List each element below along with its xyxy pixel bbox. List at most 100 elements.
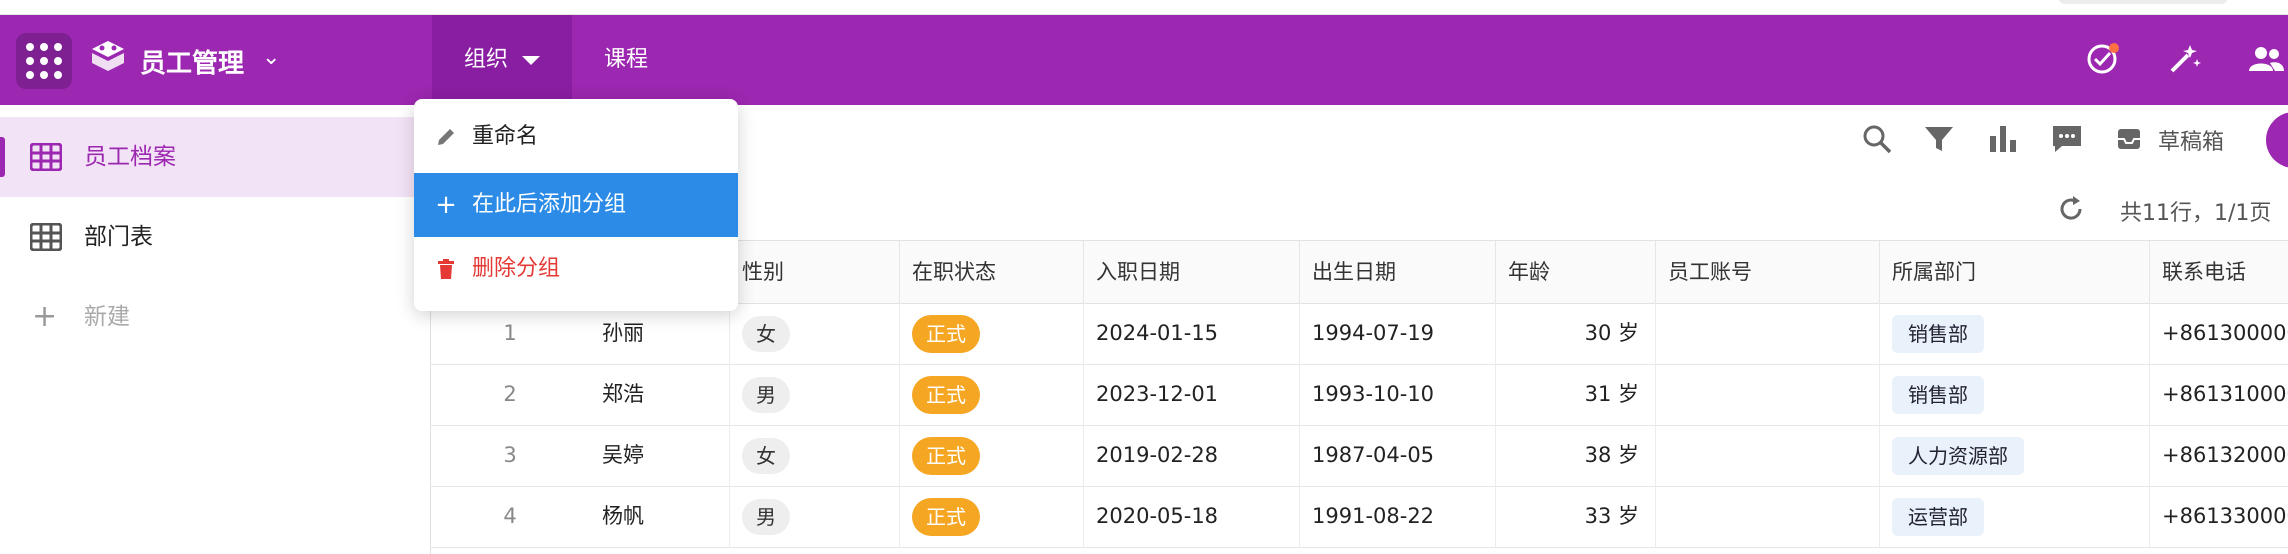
- cell-name[interactable]: 杨帆: [590, 486, 730, 547]
- app-title[interactable]: 员工管理: [140, 43, 244, 80]
- top-pill: [2058, 0, 2228, 4]
- cell-name[interactable]: 吴婷: [590, 425, 730, 486]
- sidebar-item-employee-records[interactable]: 员工档案: [0, 117, 430, 197]
- check-circle-icon[interactable]: [2084, 39, 2124, 79]
- row-index: 2: [503, 382, 517, 406]
- department-tag: 人力资源部: [1892, 437, 2024, 475]
- drafts-button[interactable]: 草稿箱: [2158, 124, 2224, 156]
- table-row[interactable]: 2 郑浩 男 正式 2023-12-01 1993-10-10 31 岁 销售部…: [430, 364, 2288, 426]
- cell-status[interactable]: 正式: [900, 364, 1084, 425]
- cell-age[interactable]: 30 岁: [1496, 303, 1656, 364]
- search-icon[interactable]: [1860, 122, 1894, 156]
- menu-item-label: 在此后添加分组: [472, 192, 627, 217]
- column-header-birth-date[interactable]: 出生日期: [1300, 241, 1496, 303]
- tab-label: 课程: [604, 47, 649, 72]
- menu-item-rename[interactable]: 重命名: [414, 105, 738, 169]
- chart-icon[interactable]: [1986, 122, 2020, 156]
- top-strip: [0, 0, 2288, 15]
- cell-phone[interactable]: +861310000: [2150, 364, 2288, 425]
- cell-phone[interactable]: +861330000: [2150, 486, 2288, 547]
- cell-hire-date[interactable]: 2024-01-15: [1084, 303, 1300, 364]
- cell-department[interactable]: 人力资源部: [1880, 425, 2150, 486]
- cell-status[interactable]: 正式: [900, 425, 1084, 486]
- cell-department[interactable]: 销售部: [1880, 364, 2150, 425]
- tab-organization[interactable]: 组织: [432, 15, 573, 105]
- row-index: 4: [503, 504, 517, 528]
- cell-department[interactable]: 运营部: [1880, 486, 2150, 547]
- cell-hire-date[interactable]: 2020-05-18: [1084, 486, 1300, 547]
- sidebar-new-button[interactable]: + 新建: [0, 277, 430, 357]
- trash-icon: [438, 259, 454, 279]
- sidebar: 员工档案 部门表 + 新建: [0, 105, 431, 554]
- app-title-chevron-icon[interactable]: ⌄: [262, 45, 280, 70]
- cell-account[interactable]: [1656, 486, 1880, 547]
- status-badge: 正式: [912, 376, 980, 414]
- sidebar-new-label: 新建: [84, 304, 130, 330]
- department-tag: 销售部: [1892, 315, 1984, 353]
- column-header-age[interactable]: 年龄: [1496, 241, 1656, 303]
- menu-item-label: 删除分组: [472, 256, 561, 281]
- cell-account[interactable]: [1656, 303, 1880, 364]
- cell-account[interactable]: [1656, 425, 1880, 486]
- cell-account[interactable]: [1656, 364, 1880, 425]
- cell-gender[interactable]: 男: [730, 486, 900, 547]
- row-count-label: 共11行，1/1页: [2120, 201, 2272, 226]
- plus-icon: +: [435, 190, 457, 220]
- cell-gender[interactable]: 女: [730, 303, 900, 364]
- pencil-icon: [438, 129, 454, 145]
- column-header-gender[interactable]: 性别: [730, 241, 900, 303]
- column-header-department[interactable]: 所属部门: [1880, 241, 2150, 303]
- filter-icon[interactable]: [1922, 122, 1956, 156]
- department-tag: 运营部: [1892, 498, 1984, 536]
- cell-birth-date[interactable]: 1987-04-05: [1300, 425, 1496, 486]
- cell-age[interactable]: 38 岁: [1496, 425, 1656, 486]
- table-icon: [30, 143, 62, 171]
- row-index: 3: [503, 443, 517, 467]
- refresh-icon[interactable]: [2056, 194, 2086, 224]
- cell-status[interactable]: 正式: [900, 486, 1084, 547]
- sidebar-item-departments[interactable]: 部门表: [0, 197, 430, 277]
- apps-grid-button[interactable]: [16, 33, 72, 89]
- cell-age[interactable]: 31 岁: [1496, 364, 1656, 425]
- status-badge: 正式: [912, 315, 980, 353]
- cell-hire-date[interactable]: 2019-02-28: [1084, 425, 1300, 486]
- group-context-menu: 重命名 + 在此后添加分组 删除分组: [414, 99, 738, 311]
- cell-age[interactable]: 33 岁: [1496, 486, 1656, 547]
- table-row[interactable]: 4 杨帆 男 正式 2020-05-18 1991-08-22 33 岁 运营部…: [430, 486, 2288, 548]
- sidebar-item-label: 部门表: [84, 224, 153, 250]
- column-header-status[interactable]: 在职状态: [900, 241, 1084, 303]
- tab-label: 组织: [464, 47, 509, 72]
- menu-item-add-group-after[interactable]: + 在此后添加分组: [414, 173, 738, 237]
- column-header-account[interactable]: 员工账号: [1656, 241, 1880, 303]
- cell-name[interactable]: 孙丽: [590, 303, 730, 364]
- cell-gender[interactable]: 女: [730, 425, 900, 486]
- tab-courses[interactable]: 课程: [572, 15, 680, 105]
- gender-tag: 女: [742, 316, 790, 352]
- cell-phone[interactable]: +861300000: [2150, 303, 2288, 364]
- magic-wand-icon[interactable]: [2164, 39, 2204, 79]
- table-icon: [30, 223, 62, 251]
- plus-icon: +: [32, 299, 58, 334]
- cell-birth-date[interactable]: 1994-07-19: [1300, 303, 1496, 364]
- cell-birth-date[interactable]: 1991-08-22: [1300, 486, 1496, 547]
- column-header-phone[interactable]: 联系电话: [2150, 241, 2288, 303]
- status-badge: 正式: [912, 437, 980, 475]
- menu-item-label: 重命名: [472, 124, 539, 149]
- table-row[interactable]: 1 孙丽 女 正式 2024-01-15 1994-07-19 30 岁 销售部…: [430, 303, 2288, 365]
- gender-tag: 男: [742, 377, 790, 413]
- menu-item-delete-group[interactable]: 删除分组: [414, 237, 738, 301]
- column-header-hire-date[interactable]: 入职日期: [1084, 241, 1300, 303]
- cell-department[interactable]: 销售部: [1880, 303, 2150, 364]
- cell-birth-date[interactable]: 1993-10-10: [1300, 364, 1496, 425]
- people-icon[interactable]: [2246, 39, 2286, 79]
- app-logo-icon: [92, 41, 124, 71]
- primary-action-button[interactable]: [2266, 112, 2288, 168]
- comment-icon[interactable]: [2050, 122, 2084, 156]
- sidebar-item-label: 员工档案: [84, 144, 176, 170]
- cell-name[interactable]: 郑浩: [590, 364, 730, 425]
- table-row[interactable]: 3 吴婷 女 正式 2019-02-28 1987-04-05 38 岁 人力资…: [430, 425, 2288, 487]
- cell-gender[interactable]: 男: [730, 364, 900, 425]
- cell-status[interactable]: 正式: [900, 303, 1084, 364]
- cell-phone[interactable]: +861320000: [2150, 425, 2288, 486]
- cell-hire-date[interactable]: 2023-12-01: [1084, 364, 1300, 425]
